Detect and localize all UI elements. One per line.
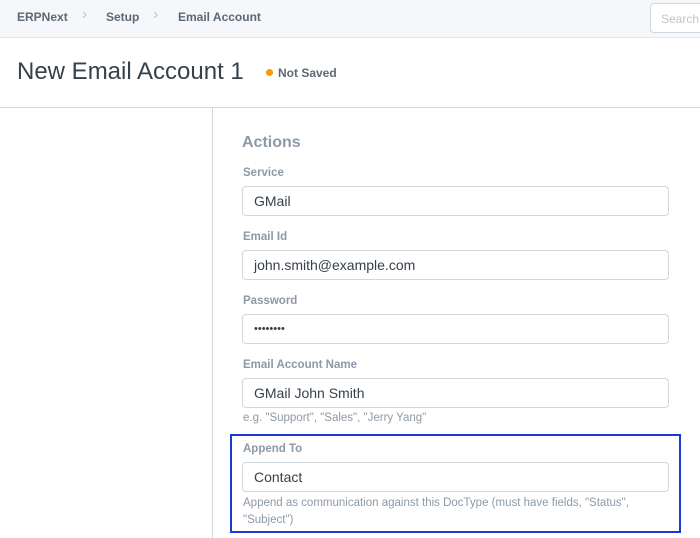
account-name-input[interactable]: GMail John Smith (242, 378, 669, 408)
divider (0, 107, 700, 108)
account-name-help: e.g. "Support", "Sales", "Jerry Yang" (243, 412, 427, 424)
password-label: Password (243, 295, 298, 307)
highlight-box (230, 434, 681, 533)
sidebar-divider (212, 107, 213, 538)
service-input[interactable]: GMail (242, 186, 669, 216)
chevron-right-icon: › (153, 6, 159, 23)
section-heading: Actions (242, 134, 301, 151)
service-label: Service (243, 167, 284, 179)
search-input[interactable]: Search (650, 3, 700, 33)
breadcrumb-email-account[interactable]: Email Account (178, 10, 261, 24)
email-id-input[interactable]: john.smith@example.com (242, 250, 669, 280)
account-name-label: Email Account Name (243, 359, 357, 371)
breadcrumb-setup[interactable]: Setup (106, 10, 139, 24)
chevron-right-icon: › (82, 6, 88, 23)
breadcrumb-erpnext[interactable]: ERPNext (17, 10, 68, 24)
page-title: New Email Account 1 (17, 58, 244, 85)
status-dot-icon (266, 69, 273, 76)
password-input[interactable]: •••••••• (242, 314, 669, 344)
email-id-label: Email Id (243, 231, 288, 243)
status-badge: Not Saved (278, 66, 337, 80)
navbar: ERPNext › Setup › Email Account Search (0, 0, 700, 38)
